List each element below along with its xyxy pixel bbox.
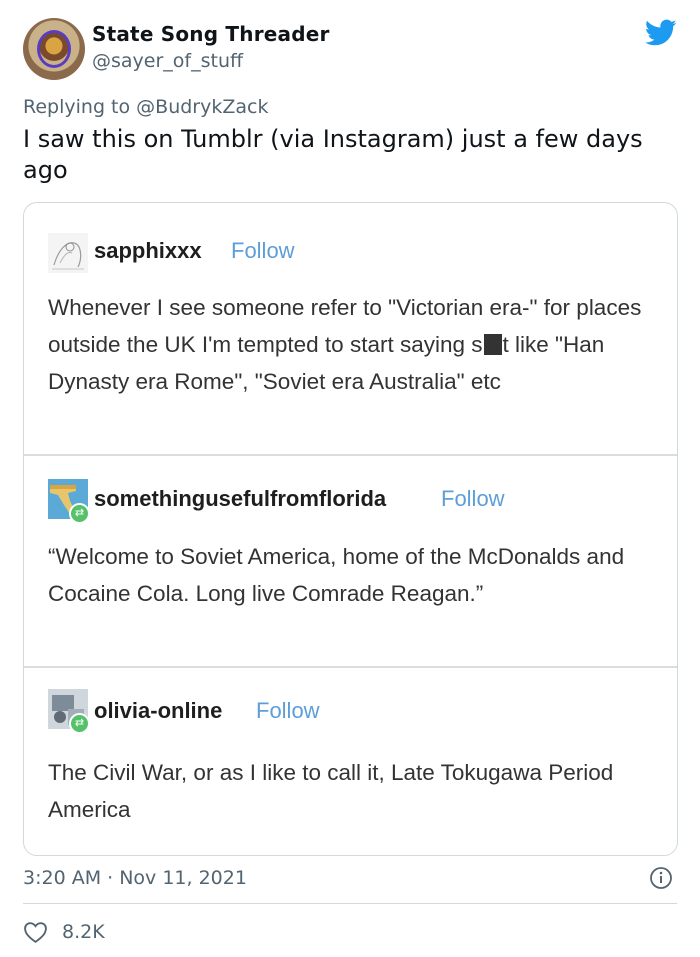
replying-to: Replying to @BudrykZack: [23, 96, 268, 118]
reblog-icon: ⇄: [69, 713, 90, 734]
follow-button: Follow: [441, 486, 505, 511]
tweet-timestamp[interactable]: 3:20 AM · Nov 11, 2021: [23, 867, 247, 889]
info-icon[interactable]: [649, 866, 673, 890]
redaction-box: [483, 334, 502, 355]
tumblr-post-body: Whenever I see someone refer to "Victori…: [48, 289, 658, 400]
tweet-header: State Song Threader @sayer_of_stuff: [0, 0, 700, 90]
follow-button: Follow: [256, 698, 320, 723]
tweet-text: I saw this on Tumblr (via Instagram) jus…: [23, 125, 643, 184]
heart-icon[interactable]: [23, 920, 48, 944]
divider: [24, 666, 677, 668]
divider: [24, 454, 677, 456]
twitter-bird-icon[interactable]: [645, 19, 677, 47]
tumblr-post-body: “Welcome to Soviet America, home of the …: [48, 544, 625, 606]
author-handle[interactable]: @sayer_of_stuff: [92, 50, 243, 72]
like-action[interactable]: 8.2K: [23, 918, 105, 946]
tumblr-post-body: The Civil War, or as I like to call it, …: [48, 760, 614, 822]
tumblr-screenshot-image[interactable]: sapphixxx Follow Whenever I see someone …: [23, 202, 678, 856]
replying-to-prefix: Replying to: [23, 96, 137, 118]
tumblr-username: olivia-online: [94, 698, 223, 723]
tumblr-username: sapphixxx: [94, 238, 202, 263]
author-avatar[interactable]: [23, 18, 85, 80]
follow-button: Follow: [231, 238, 295, 263]
tumblr-username: somethingusefulfromflorida: [94, 486, 387, 511]
replying-to-mention[interactable]: @BudrykZack: [136, 96, 268, 118]
reblog-icon: ⇄: [69, 503, 90, 524]
divider: [23, 903, 677, 904]
sketch-avatar-icon: [48, 233, 88, 273]
like-count: 8.2K: [62, 921, 105, 943]
author-display-name[interactable]: State Song Threader: [92, 22, 330, 46]
